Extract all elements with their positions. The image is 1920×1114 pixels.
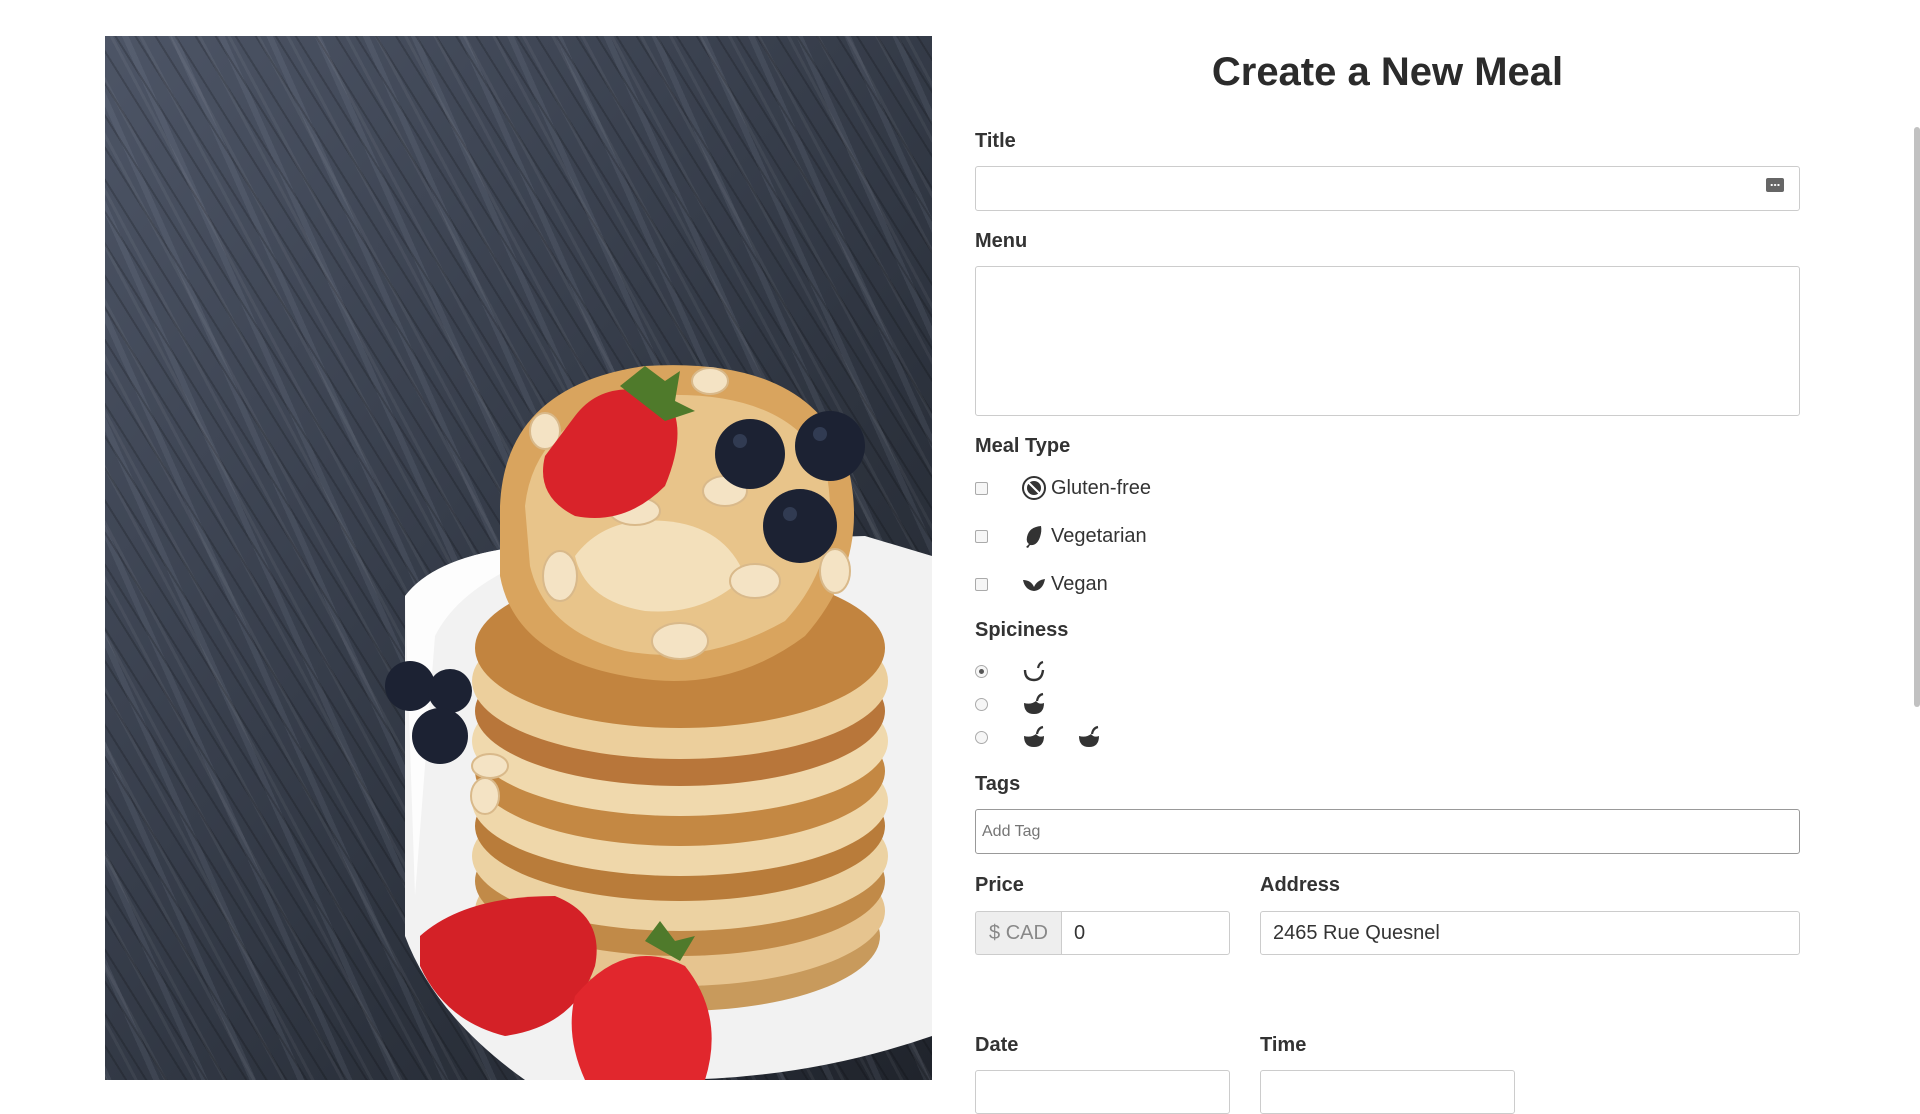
sprout-icon	[1023, 579, 1045, 591]
spiciness-option-2[interactable]	[975, 689, 1047, 719]
title-field-wrapper	[975, 166, 1800, 211]
gluten-free-checkbox[interactable]	[975, 481, 988, 495]
page-scrollbar[interactable]	[1914, 127, 1920, 707]
pepper-icon	[1079, 725, 1099, 747]
pepper-icon	[1024, 692, 1044, 714]
time-input[interactable]	[1260, 1070, 1515, 1114]
menu-label: Menu	[975, 230, 1028, 252]
price-currency-addon: $ CAD	[975, 911, 1061, 955]
meal-type-label: Meal Type	[975, 435, 1071, 457]
pancake-stack-illustration	[385, 365, 932, 1080]
gluten-free-icon	[1022, 476, 1046, 500]
vegan-checkbox[interactable]	[975, 577, 988, 591]
tags-label: Tags	[975, 773, 1021, 795]
spiciness-radio-2[interactable]	[975, 697, 988, 711]
pepper-icon	[1024, 725, 1044, 747]
vegan-label: Vegan	[1051, 572, 1108, 595]
spiciness-option-1[interactable]	[975, 656, 1047, 686]
meal-type-option-gluten-free[interactable]: Gluten-free	[975, 473, 1151, 503]
time-label: Time	[1260, 1034, 1307, 1056]
spiciness-label: Spiciness	[975, 619, 1069, 641]
title-label: Title	[975, 130, 1016, 152]
spiciness-radio-1[interactable]	[975, 664, 988, 678]
menu-textarea[interactable]	[975, 266, 1800, 416]
title-input[interactable]	[975, 166, 1800, 211]
meal-type-option-vegan[interactable]: Vegan	[975, 569, 1108, 599]
password-manager-icon[interactable]	[1766, 178, 1784, 192]
price-label: Price	[975, 874, 1024, 896]
date-label: Date	[975, 1034, 1019, 1056]
date-input[interactable]	[975, 1070, 1230, 1114]
tags-input[interactable]	[975, 809, 1800, 854]
meal-type-option-vegetarian[interactable]: Vegetarian	[975, 521, 1147, 551]
pepper-outline-icon	[1023, 660, 1045, 682]
vegetarian-label: Vegetarian	[1051, 524, 1147, 547]
address-label: Address	[1260, 874, 1341, 896]
price-input[interactable]	[1061, 911, 1230, 955]
gluten-free-label: Gluten-free	[1051, 476, 1152, 499]
create-meal-form: Create a New Meal	[975, 36, 1800, 110]
vegetarian-checkbox[interactable]	[975, 529, 988, 543]
address-input[interactable]	[1260, 911, 1800, 955]
page-title: Create a New Meal	[1211, 50, 1564, 94]
meal-photo	[105, 36, 932, 1080]
price-input-group: $ CAD	[975, 911, 1230, 955]
spiciness-radio-3[interactable]	[975, 730, 988, 744]
spiciness-option-3[interactable]	[975, 722, 1102, 752]
leaf-icon	[1026, 526, 1042, 548]
